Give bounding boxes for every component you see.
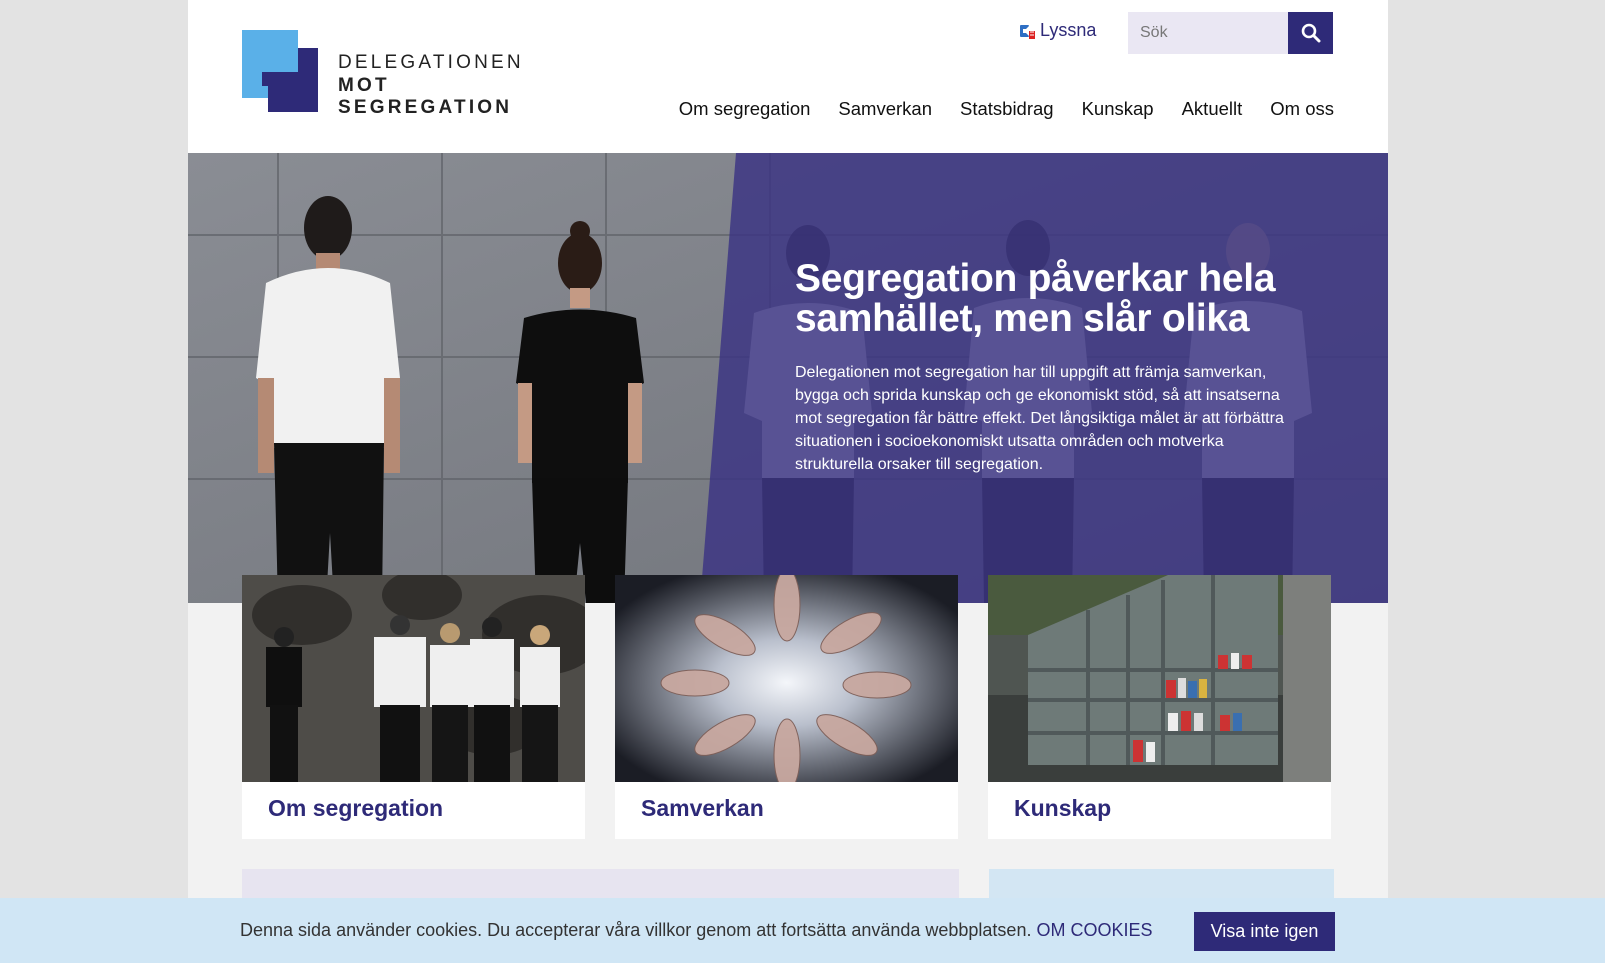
cookie-dismiss-button[interactable]: Visa inte igen	[1194, 912, 1335, 951]
cookie-text-wrapper: Denna sida använder cookies. Du accepter…	[240, 920, 1153, 941]
card-title: Kunskap	[1014, 795, 1112, 821]
card-title: Om segregation	[268, 795, 444, 821]
nav-om-segregation[interactable]: Om segregation	[679, 98, 811, 120]
site-logo[interactable]: DELEGATIONEN MOT SEGREGATION	[242, 28, 562, 118]
search-input[interactable]	[1128, 12, 1288, 54]
nav-samverkan[interactable]: Samverkan	[838, 98, 932, 120]
cookie-banner: Denna sida använder cookies. Du accepter…	[0, 898, 1605, 963]
nav-kunskap[interactable]: Kunskap	[1082, 98, 1154, 120]
card-om-segregation[interactable]: Om segregation	[242, 575, 585, 839]
card-kunskap[interactable]: Kunskap	[988, 575, 1331, 839]
hero-description: Delegationen mot segregation har till up…	[795, 364, 1284, 473]
card-title: Samverkan	[641, 795, 764, 821]
card-image-group-at-wall	[242, 575, 585, 782]
listen-button[interactable]: Lyssna	[1018, 20, 1096, 41]
nav-om-oss[interactable]: Om oss	[1270, 98, 1334, 120]
search-icon	[1301, 23, 1320, 43]
card-image-outdoor-bookshelf	[988, 575, 1331, 782]
main-nav: Om segregation Samverkan Statsbidrag Kun…	[679, 98, 1334, 120]
hero-banner: Segregation påverkar hela samhället, men…	[188, 153, 1388, 603]
speaker-icon	[1020, 24, 1035, 39]
cookie-message: Denna sida använder cookies. Du accepter…	[240, 920, 1032, 940]
page: DELEGATIONEN MOT SEGREGATION Lyssna Om	[188, 0, 1388, 963]
site-header: DELEGATIONEN MOT SEGREGATION Lyssna Om	[188, 0, 1388, 153]
listen-label: Lyssna	[1040, 20, 1097, 40]
card-samverkan[interactable]: Samverkan	[615, 575, 958, 839]
search-form	[1128, 12, 1333, 54]
hero-title: Segregation påverkar hela samhället, men…	[795, 257, 1276, 340]
card-image-hands-circle	[615, 575, 958, 782]
logo-text-line2: MOT SEGREGATION	[338, 75, 513, 118]
nav-aktuellt[interactable]: Aktuellt	[1182, 98, 1243, 120]
logo-mark-icon	[242, 30, 318, 112]
search-button[interactable]	[1288, 12, 1333, 54]
logo-text-line1: DELEGATIONEN	[338, 52, 524, 73]
nav-statsbidrag[interactable]: Statsbidrag	[960, 98, 1054, 120]
cookie-info-link[interactable]: OM COOKIES	[1036, 920, 1152, 940]
